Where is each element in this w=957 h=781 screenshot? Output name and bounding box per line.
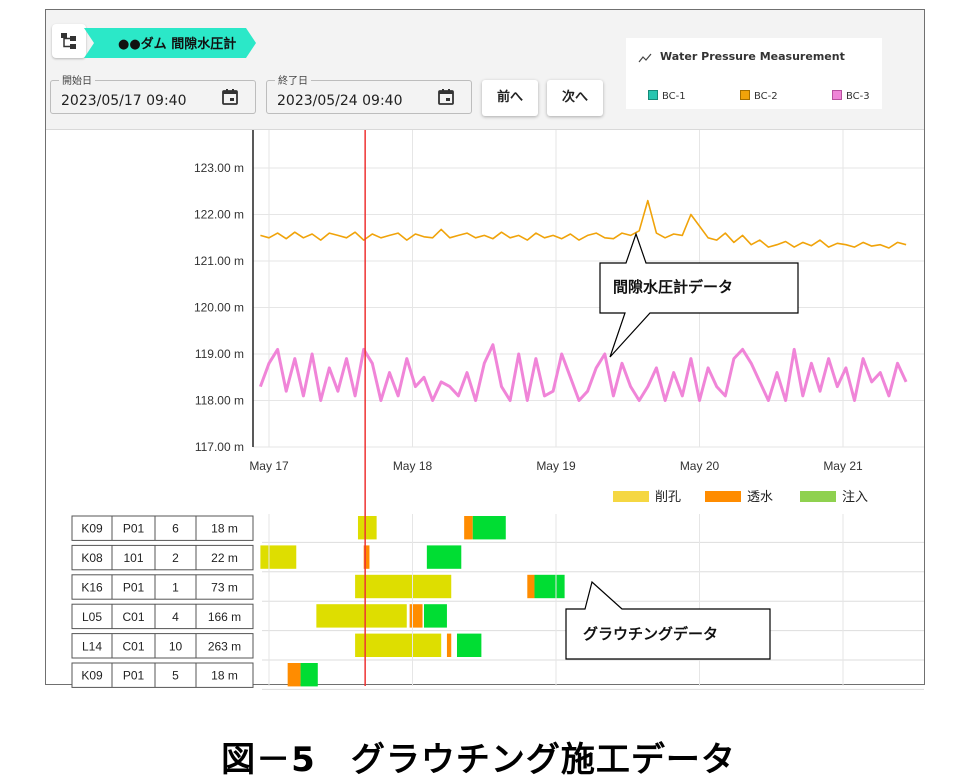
grout-cell-text: C01	[122, 639, 144, 653]
y-tick-label: 123.00 m	[194, 161, 244, 175]
grout-cell-text: C01	[122, 610, 144, 624]
pressure-callout-text: 間隙水圧計データ	[613, 278, 734, 296]
grout-legend-label: 透水	[747, 490, 773, 505]
x-tick-label: May 18	[393, 459, 433, 473]
grout-bar-drill	[355, 574, 452, 599]
grout-legend-label: 注入	[842, 490, 868, 505]
x-tick-label: May 20	[680, 459, 720, 473]
chart-canvas: 123.00 m 122.00 m 121.00 m 120.00 m 119.00 m…	[71, 130, 924, 690]
y-tick-label: 117.00 m	[195, 440, 244, 454]
grout-bar-perm	[446, 633, 452, 657]
grout-bar-perm	[287, 663, 301, 687]
grout-bar-inject	[423, 604, 447, 628]
figure-caption: 図－5 グラウチング施工データ	[221, 740, 736, 780]
y-tick-label: 121.00 m	[194, 254, 244, 268]
grout-bar-perm	[527, 574, 535, 599]
grout-legend-swatch	[705, 491, 741, 502]
grout-cell-text: K09	[81, 522, 103, 536]
grout-cell-text: L05	[82, 610, 102, 624]
grout-bar-inject	[534, 574, 565, 599]
grout-cell-text: 6	[172, 522, 179, 536]
grout-cell-text: 18 m	[211, 522, 238, 536]
grout-cell-text: 166 m	[208, 610, 241, 624]
grout-bar-drill	[357, 516, 377, 540]
grout-legend-swatch	[800, 491, 836, 502]
x-tick-label: May 19	[536, 459, 576, 473]
grout-cell-text: L14	[82, 639, 102, 653]
grout-bar-inject	[426, 545, 462, 569]
grout-bar-inject	[300, 663, 318, 687]
grout-cell-text: 18 m	[211, 669, 238, 683]
grout-cell-text: K08	[81, 551, 103, 565]
grouting-callout-bubble	[565, 580, 771, 660]
grout-cell-text: 4	[172, 610, 179, 624]
series-line-bc-3	[258, 343, 908, 402]
grout-bar-inject	[472, 516, 506, 540]
grout-cell-text: 2	[172, 551, 179, 565]
grout-cell-text: 101	[123, 551, 143, 565]
grout-cell-text: 10	[169, 639, 183, 653]
grout-cell-text: P01	[123, 669, 145, 683]
y-tick-label: 120.00 m	[194, 301, 244, 315]
y-tick-label: 119.00 m	[195, 347, 244, 361]
x-tick-label: May 17	[249, 459, 289, 473]
grouting-callout-text: グラウチングデータ	[583, 625, 719, 643]
grout-cell-text: K16	[81, 581, 103, 595]
grout-bar-inject	[456, 633, 482, 657]
grout-cell-text: P01	[123, 581, 145, 595]
x-tick-label: May 21	[823, 459, 863, 473]
grout-cell-text: 73 m	[211, 581, 238, 595]
grout-cell-text: 22 m	[211, 551, 238, 565]
y-tick-label: 122.00 m	[194, 208, 244, 222]
grout-bar-perm	[409, 604, 423, 628]
grout-cell-text: K09	[81, 669, 103, 683]
grout-bar-perm	[464, 516, 473, 540]
series-line-bc-2	[260, 199, 907, 249]
grout-bar-drill	[355, 633, 442, 657]
grout-legend-swatch	[613, 491, 649, 502]
grout-bar-drill	[316, 604, 407, 628]
grout-legend-label: 削孔	[655, 490, 681, 505]
grout-cell-text: 263 m	[208, 639, 241, 653]
grout-cell-text: 5	[172, 669, 179, 683]
grout-cell-text: 1	[172, 581, 179, 595]
y-tick-label: 118.00 m	[195, 394, 244, 408]
grout-cell-text: P01	[123, 522, 145, 536]
grout-bar-drill	[260, 545, 297, 569]
